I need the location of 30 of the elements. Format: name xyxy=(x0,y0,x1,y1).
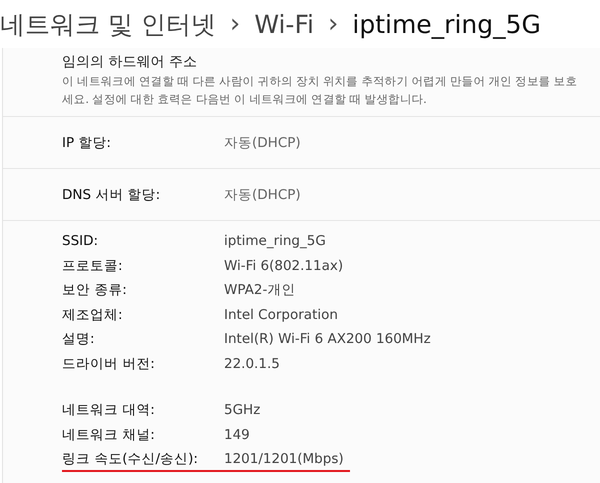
property-label: 드라이버 버전: xyxy=(62,354,156,373)
property-label: IP 할당: xyxy=(62,134,112,152)
property-value: 22.0.1.5 xyxy=(224,356,280,372)
property-value: Intel Corporation xyxy=(224,306,338,323)
property-label: 네트워크 대역: xyxy=(62,401,156,420)
property-value: 1201/1201(Mbps) xyxy=(224,451,344,468)
property-label: 네트워크 채널: xyxy=(62,426,156,444)
property-label: SSID: xyxy=(62,233,100,250)
property-value: 149 xyxy=(224,426,250,443)
property-label: DNS 서버 할당: xyxy=(62,186,162,204)
description-text: 세요. 설정에 대한 효력은 다음번 이 네트워크에 연결할 때 발생합니다. xyxy=(62,91,428,108)
property-label: 보안 종류: xyxy=(62,281,128,300)
property-label: 제조업체: xyxy=(62,306,124,324)
chevron-separator: › xyxy=(230,9,240,39)
property-value: 자동(DHCP) xyxy=(224,134,301,152)
property-value: Wi-Fi 6(802.11ax) xyxy=(224,258,344,274)
property-value: Intel(R) Wi-Fi 6 AX200 160MHz xyxy=(224,331,431,348)
breadcrumb-link[interactable]: Wi-Fi xyxy=(254,10,314,38)
section-title: 임의의 하드웨어 주소 xyxy=(62,53,198,72)
property-label: 링크 속도(수신/송신): xyxy=(62,450,199,468)
page-title: iptime_ring_5G xyxy=(352,10,541,38)
property-label: 설명: xyxy=(62,330,96,348)
property-value: 5GHz xyxy=(224,402,260,418)
chevron-separator: › xyxy=(328,9,338,39)
property-value: iptime_ring_5G xyxy=(224,233,326,250)
property-value: WPA2-개인 xyxy=(224,281,296,300)
description-text: 이 네트워크에 연결할 때 다른 사람이 귀하의 장치 위치를 추적하기 어렵게 만들어 개인 정보를 보호 xyxy=(62,73,578,90)
breadcrumb-link[interactable]: 네트워크 및 인터넷 xyxy=(0,8,216,40)
property-label: 프로토콜: xyxy=(62,256,124,275)
property-value: 자동(DHCP) xyxy=(224,186,301,204)
